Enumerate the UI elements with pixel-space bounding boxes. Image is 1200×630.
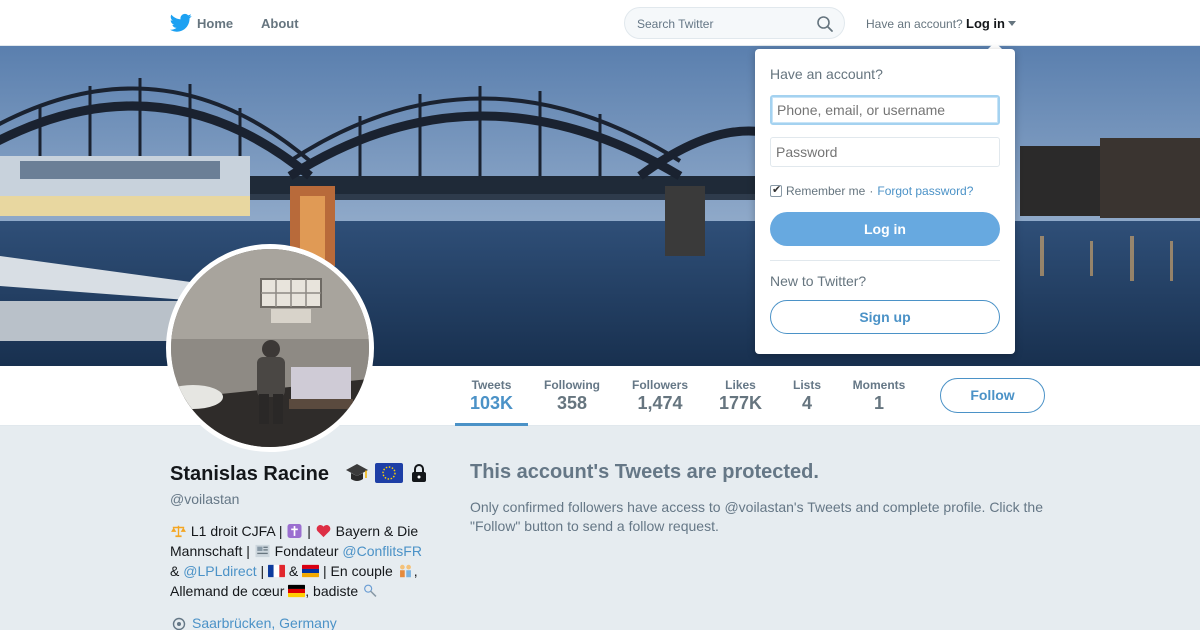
- eu-flag-icon: [375, 463, 403, 483]
- germany-flag-icon: [288, 584, 306, 598]
- top-navigation-bar: Home About Search Twitter Have an accoun…: [0, 0, 1200, 46]
- forgot-password-link[interactable]: Forgot password?: [877, 184, 973, 198]
- twitter-bird-icon[interactable]: [170, 13, 192, 33]
- newspaper-icon: [255, 544, 270, 558]
- latin-cross-icon: [287, 524, 302, 538]
- stat-label: Likes: [725, 378, 756, 392]
- stat-value: 177K: [718, 393, 763, 413]
- armenia-flag-icon: [302, 564, 320, 578]
- stat-label: Tweets: [471, 378, 512, 392]
- bio-text: , badiste: [305, 583, 363, 599]
- bio-text: |: [303, 523, 315, 539]
- france-flag-icon: [268, 564, 286, 578]
- new-to-twitter-text: New to Twitter?: [770, 273, 867, 289]
- signup-button[interactable]: Sign up: [770, 300, 1000, 334]
- profile-location-link[interactable]: Saarbrücken, Germany: [192, 615, 337, 630]
- dropdown-title: Have an account?: [770, 66, 883, 82]
- caret-down-icon[interactable]: [1008, 21, 1016, 26]
- bio-text: &: [285, 563, 303, 579]
- stat-followers[interactable]: Followers 1,474: [628, 378, 692, 414]
- stat-value: 4: [801, 393, 812, 413]
- stat-value: 1,474: [637, 393, 683, 413]
- name-emoji-group: [345, 461, 429, 485]
- login-dropdown-toggle[interactable]: Log in: [966, 16, 1005, 31]
- mention-link-lpldirect[interactable]: @LPLdirect: [183, 563, 256, 579]
- active-tab-indicator: [455, 423, 528, 426]
- remember-me-checkbox[interactable]: [770, 183, 782, 197]
- badminton-icon: [364, 584, 377, 597]
- password-field[interactable]: [770, 137, 1000, 167]
- search-icon[interactable]: [816, 15, 834, 33]
- search-input[interactable]: Search Twitter: [637, 17, 713, 31]
- remember-me-label[interactable]: Remember me: [786, 184, 865, 198]
- stat-label: Followers: [631, 378, 688, 392]
- nav-home-link[interactable]: Home: [197, 16, 233, 31]
- lock-icon: [412, 464, 426, 482]
- stat-likes[interactable]: Likes 177K: [712, 378, 769, 414]
- bio-text: |: [256, 563, 269, 579]
- couple-icon: [399, 564, 411, 578]
- avatar[interactable]: [166, 244, 374, 452]
- divider: [770, 260, 1000, 261]
- protected-message: Only confirmed followers have access to …: [470, 499, 1043, 534]
- profile-name: Stanislas Racine: [170, 463, 329, 485]
- avatar-photo: [171, 249, 369, 447]
- stat-lists[interactable]: Lists 4: [787, 378, 827, 414]
- separator: ·: [869, 184, 874, 198]
- stat-value: 103K: [469, 393, 514, 413]
- remember-me-row: Remember me · Forgot password?: [770, 183, 973, 198]
- location-pin-icon: [172, 617, 186, 630]
- search-box[interactable]: Search Twitter: [624, 7, 845, 39]
- stat-label: Lists: [792, 378, 821, 392]
- nav-about-link[interactable]: About: [261, 16, 299, 31]
- balance-scale-icon: [171, 525, 186, 538]
- username-field[interactable]: [770, 95, 1000, 125]
- red-heart-icon: [316, 525, 331, 538]
- graduation-cap-icon: [346, 464, 368, 481]
- stat-label: Moments: [852, 378, 906, 392]
- login-dropdown: Have an account? Remember me · Forgot pa…: [755, 49, 1015, 354]
- stat-tweets[interactable]: Tweets 103K: [455, 378, 528, 414]
- bio-text: &: [170, 563, 184, 579]
- protected-heading: This account's Tweets are protected.: [470, 461, 819, 483]
- profile-bio: L1 droit CJFA | | Bayern & Die Mannschaf…: [170, 521, 432, 601]
- bio-text: L1 droit CJFA |: [187, 523, 287, 539]
- login-button[interactable]: Log in: [770, 212, 1000, 246]
- stat-value: 1: [873, 393, 884, 413]
- stat-moments[interactable]: Moments 1: [848, 378, 910, 414]
- stat-label: Following: [544, 378, 600, 392]
- follow-button[interactable]: Follow: [940, 378, 1045, 413]
- stat-value: 358: [556, 393, 588, 413]
- profile-handle: @voilastan: [170, 491, 240, 507]
- stat-following[interactable]: Following 358: [540, 378, 604, 414]
- bio-text: Fondateur: [270, 543, 343, 559]
- mention-link-conflitsfr[interactable]: @ConflitsFR: [342, 543, 422, 559]
- have-account-text: Have an account?: [866, 17, 963, 31]
- bio-text: | En couple: [319, 563, 397, 579]
